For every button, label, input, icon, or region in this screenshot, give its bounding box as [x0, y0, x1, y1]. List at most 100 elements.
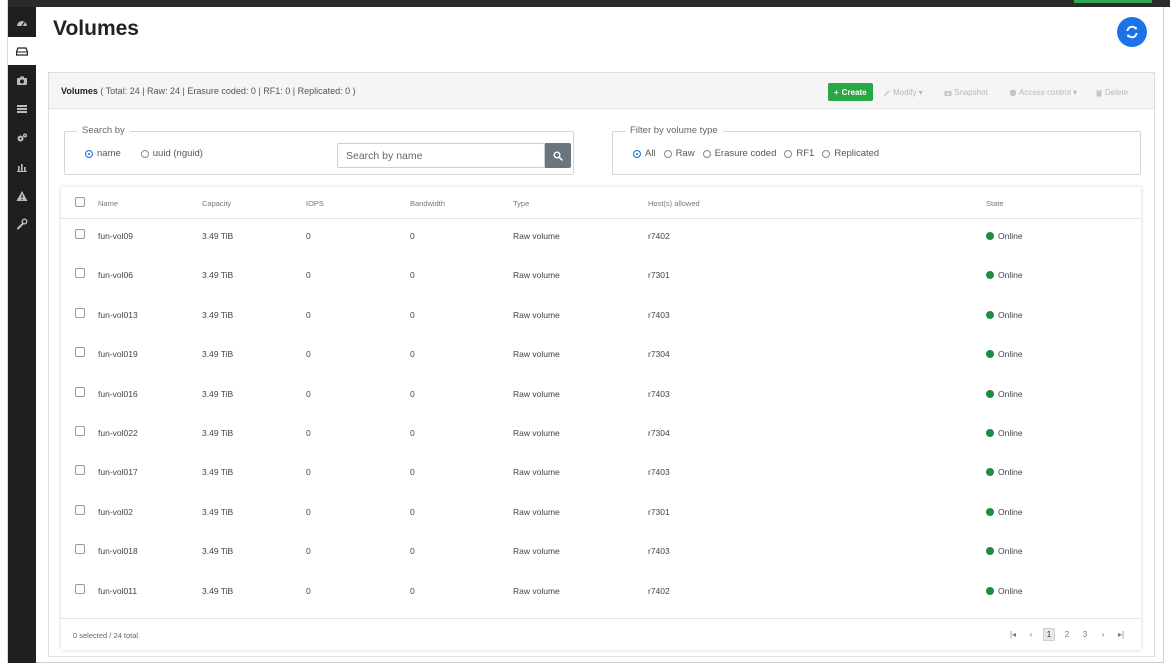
sidebar-item-snapshots[interactable] [8, 67, 36, 95]
column-header-bandwidth[interactable]: Bandwidth [410, 199, 445, 208]
table-row[interactable]: fun-vol022 3.49 TiB 0 0 Raw volume r7304 Onlin… [61, 416, 1141, 455]
cell-type: Raw volume [513, 349, 560, 360]
cell-capacity: 3.49 TiB [202, 467, 234, 478]
caret-down-icon: ▾ [918, 88, 923, 97]
cell-capacity: 3.49 TiB [202, 428, 234, 438]
cell-hosts: r7304 [648, 349, 670, 360]
last-page-icon[interactable]: ▸| [1115, 628, 1127, 641]
table-row[interactable]: fun-vol06 3.49 TiB 0 0 Raw volume r7301 Online [61, 258, 1141, 297]
cell-type: Raw volume [513, 428, 560, 438]
status-online-icon [986, 232, 994, 240]
column-header-state[interactable]: State [986, 199, 1004, 208]
sidebar-item-servers[interactable] [8, 95, 36, 123]
row-checkbox[interactable] [75, 229, 85, 239]
sidebar-item-tools[interactable] [8, 210, 36, 238]
search-input[interactable]: Search by name [337, 143, 545, 168]
sidebar-item-dashboard[interactable] [8, 9, 36, 37]
cell-iops: 0 [306, 270, 311, 281]
column-header-iops[interactable]: IOPS [306, 199, 324, 208]
filter-volume-type-group: Filter by volume type All Raw Erasure co… [612, 125, 1141, 175]
filter-raw-radio[interactable]: Raw [663, 148, 695, 159]
cell-iops: 0 [306, 428, 311, 438]
row-checkbox[interactable] [75, 583, 85, 594]
search-button[interactable] [545, 143, 571, 168]
cell-capacity: 3.49 TiB [202, 546, 234, 557]
dashboard-icon [17, 21, 27, 27]
refresh-button[interactable] [1117, 17, 1147, 47]
row-checkbox[interactable] [75, 426, 85, 436]
selection-count: 0 selected / 24 total [73, 631, 139, 640]
access-control-button[interactable]: Access control ▾ [1009, 88, 1077, 97]
cell-hosts: r7403 [648, 546, 670, 557]
cell-iops: 0 [306, 467, 311, 478]
radio-label: RF1 [796, 148, 815, 159]
status-label: Online [998, 585, 1023, 596]
status-label: Online [998, 231, 1023, 241]
row-checkbox[interactable] [75, 386, 85, 397]
cell-state: Online [986, 428, 1023, 438]
radio-checked-icon [633, 149, 641, 158]
search-by-uuid-radio[interactable]: uuid (nguid) [140, 148, 203, 159]
table-row[interactable]: fun-vol02 3.49 TiB 0 0 Raw volume r7301 Online [61, 495, 1141, 534]
sidebar-item-volumes[interactable] [8, 37, 36, 65]
status-online-icon [986, 429, 994, 437]
column-header-capacity[interactable]: Capacity [202, 199, 231, 208]
filter-rf1-radio[interactable]: RF1 [784, 148, 814, 159]
search-icon [553, 151, 563, 161]
table-row[interactable]: fun-vol011 3.49 TiB 0 0 Raw volume r7402 Onlin… [61, 574, 1141, 613]
row-checkbox[interactable] [75, 307, 85, 318]
column-header-name[interactable]: Name [98, 199, 118, 208]
cell-capacity: 3.49 TiB [202, 231, 234, 241]
row-checkbox[interactable] [75, 465, 85, 476]
table-row[interactable]: fun-vol018 3.49 TiB 0 0 Raw volume r7403 Onlin… [61, 534, 1141, 573]
pagination: |◂ ‹ 1 2 3 › ▸| [1007, 628, 1127, 641]
status-online-icon [986, 547, 994, 556]
filter-all-radio[interactable]: All [633, 148, 656, 159]
wrench-icon [17, 218, 28, 230]
delete-button[interactable]: Delete [1095, 88, 1128, 97]
cell-name: fun-vol017 [98, 467, 138, 478]
cell-name: fun-vol02 [98, 506, 133, 517]
sidebar-item-analytics[interactable] [8, 153, 36, 181]
cell-type: Raw volume [513, 467, 560, 478]
next-page-icon[interactable]: › [1097, 628, 1109, 641]
radio-unchecked-icon [702, 149, 711, 158]
table-row[interactable]: fun-vol09 3.49 TiB 0 0 Raw volume r7402 Online [61, 219, 1141, 258]
radio-label: All [645, 148, 656, 159]
table-row[interactable]: fun-vol013 3.49 TiB 0 0 Raw volume r7403 Onlin… [61, 298, 1141, 337]
radio-unchecked-icon [140, 149, 149, 158]
row-checkbox[interactable] [75, 347, 85, 358]
page-3-button[interactable]: 3 [1079, 628, 1091, 641]
column-header-hosts[interactable]: Host(s) allowed [648, 199, 700, 208]
cell-hosts: r7301 [648, 506, 670, 517]
page-2-button[interactable]: 2 [1061, 628, 1073, 641]
filter-replicated-radio[interactable]: Replicated [822, 148, 879, 159]
modify-button[interactable]: Modify ▾ [883, 88, 923, 97]
first-page-icon[interactable]: |◂ [1007, 628, 1019, 641]
table-row[interactable]: fun-vol016 3.49 TiB 0 0 Raw volume r7403 Onlin… [61, 377, 1141, 416]
row-checkbox[interactable] [75, 544, 85, 555]
search-by-name-radio[interactable]: name [85, 148, 121, 159]
previous-page-icon[interactable]: ‹ [1025, 628, 1037, 641]
cell-bandwidth: 0 [410, 467, 415, 478]
row-checkbox[interactable] [75, 504, 85, 515]
column-header-type[interactable]: Type [513, 199, 529, 208]
cell-hosts: r7403 [648, 309, 670, 320]
sidebar-item-alerts[interactable] [8, 182, 36, 210]
cell-state: Online [986, 270, 1023, 280]
cell-hosts: r7403 [648, 388, 670, 399]
cell-state: Online [986, 546, 1023, 556]
snapshot-button[interactable]: Snapshot [944, 88, 988, 97]
status-label: Online [998, 428, 1023, 438]
row-checkbox[interactable] [75, 268, 85, 279]
server-icon [17, 105, 27, 113]
sidebar-item-settings[interactable] [8, 124, 36, 152]
cell-name: fun-vol018 [98, 546, 138, 557]
filter-erasure-coded-radio[interactable]: Erasure coded [702, 148, 776, 159]
cell-iops: 0 [306, 585, 311, 596]
select-all-checkbox[interactable] [75, 197, 85, 207]
table-row[interactable]: fun-vol019 3.49 TiB 0 0 Raw volume r7304 Onlin… [61, 337, 1141, 376]
create-button[interactable]: + Create [828, 83, 873, 101]
page-1-button[interactable]: 1 [1043, 628, 1055, 641]
table-row[interactable]: fun-vol017 3.49 TiB 0 0 Raw volume r7403 Onlin… [61, 455, 1141, 494]
